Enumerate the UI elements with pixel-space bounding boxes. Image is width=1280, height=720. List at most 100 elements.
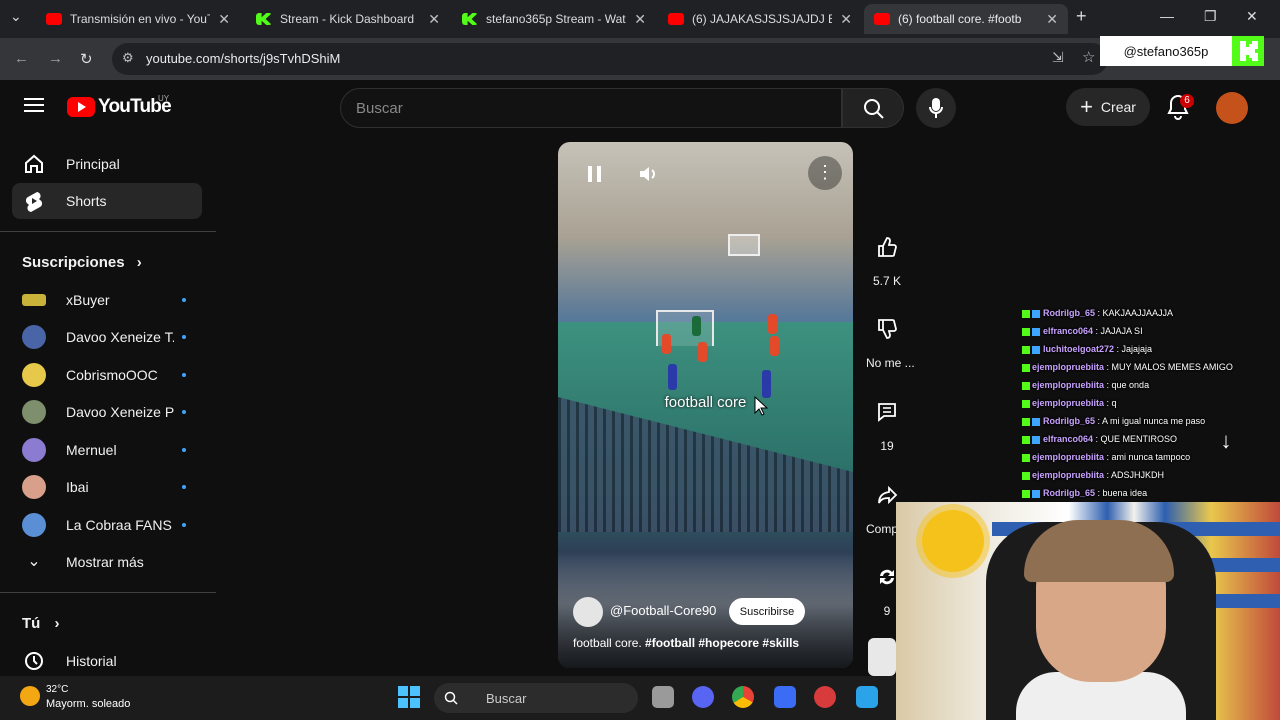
more-options-icon[interactable]: ⋮ xyxy=(808,156,842,190)
subscription-item[interactable]: La Cobraa FANS xyxy=(12,507,202,543)
chat-username: ejemplopruebiita xyxy=(1032,398,1105,408)
microphone-icon xyxy=(929,98,943,118)
youtube-favicon-icon xyxy=(668,13,684,25)
like-count: 5.7 K xyxy=(872,274,902,288)
sidebar-item-label: Historial xyxy=(66,653,117,669)
browser-tab[interactable]: Transmisión en vivo - YouTu ✕ xyxy=(36,4,240,34)
channel-avatar xyxy=(22,438,46,462)
comments-button[interactable]: 19 xyxy=(866,391,908,453)
verified-badge-icon xyxy=(1032,417,1040,426)
back-icon[interactable]: ← xyxy=(14,50,29,67)
channel-name: Mernuel xyxy=(66,442,117,458)
close-tab-icon[interactable]: ✕ xyxy=(218,11,230,28)
subscriptions-heading[interactable]: Suscripciones › xyxy=(22,254,142,271)
youtube-favicon-icon xyxy=(46,13,62,25)
close-tab-icon[interactable]: ✕ xyxy=(634,11,646,28)
home-icon xyxy=(22,153,46,175)
menu-hamburger-icon[interactable] xyxy=(24,96,44,119)
sidebar: Principal Shorts Suscripciones › xBuyer … xyxy=(0,136,216,684)
taskbar-search-placeholder: Buscar xyxy=(486,691,527,706)
subscribe-button[interactable]: Suscribirse xyxy=(729,598,805,625)
close-tab-icon[interactable]: ✕ xyxy=(840,11,852,28)
new-content-dot xyxy=(182,448,186,452)
new-content-dot xyxy=(182,335,186,339)
subscription-item[interactable]: xBuyer xyxy=(12,282,202,318)
you-heading[interactable]: Tú › xyxy=(22,615,60,632)
channel-name: xBuyer xyxy=(66,292,110,308)
weather-temperature[interactable]: 32°C xyxy=(46,684,68,695)
browser-tab[interactable]: Stream - Kick Dashboard ✕ xyxy=(246,4,450,34)
voice-search-button[interactable] xyxy=(916,88,956,128)
url-text: youtube.com/shorts/j9sTvhDShiM xyxy=(146,51,341,66)
search-placeholder: Buscar xyxy=(356,100,403,117)
tab-title: stefano365p Stream - Watch xyxy=(486,12,627,26)
taskbar-search-input[interactable]: Buscar xyxy=(434,683,638,713)
install-app-icon[interactable]: ⇲ xyxy=(1052,49,1064,66)
close-tab-icon[interactable]: ✕ xyxy=(428,11,440,28)
sidebar-item-historial[interactable]: Historial xyxy=(12,643,202,679)
chrome-icon[interactable] xyxy=(732,686,754,708)
subscription-item[interactable]: Ibai xyxy=(12,469,202,505)
subscription-item[interactable]: Davoo Xeneize T... xyxy=(12,319,202,355)
kick-badge-icon xyxy=(1022,327,1030,336)
browser-tab[interactable]: stefano365p Stream - Watch ✕ xyxy=(452,4,656,34)
youtube-logo-icon[interactable] xyxy=(67,97,95,117)
kick-badge-icon xyxy=(1022,345,1030,354)
video-player-figure xyxy=(692,316,701,336)
discord-icon[interactable] xyxy=(692,686,714,708)
subscription-item[interactable]: CobrismoOOC xyxy=(12,357,202,393)
reload-icon[interactable]: ↻ xyxy=(80,50,93,68)
sidebar-divider xyxy=(0,231,216,232)
restore-icon[interactable]: ❐ xyxy=(1204,8,1217,25)
weather-description[interactable]: Mayorm. soleado xyxy=(46,698,130,710)
tab-title: (6) JAJAKASJSJSJAJDJ Baile S xyxy=(692,12,833,26)
search-button[interactable] xyxy=(842,88,904,128)
forward-icon[interactable]: → xyxy=(48,50,63,67)
sidebar-item-shorts[interactable]: Shorts xyxy=(12,183,202,219)
arrow-down-icon[interactable]: ↓ xyxy=(1208,424,1244,460)
subscription-item[interactable]: Davoo Xeneize Pl... xyxy=(12,394,202,430)
browser-tab-strip: Transmisión en vivo - YouTu ✕ Stream - K… xyxy=(0,0,1280,38)
audio-source-thumbnail[interactable] xyxy=(868,638,896,676)
channel-name[interactable]: @Football-Core90 xyxy=(610,603,716,618)
comment-count: 19 xyxy=(880,439,894,453)
tab-search-icon[interactable]: ⌄ xyxy=(10,8,22,25)
like-button[interactable]: 5.7 K xyxy=(866,226,908,288)
task-view-icon[interactable] xyxy=(652,686,674,708)
user-avatar[interactable] xyxy=(1216,92,1248,124)
kick-badge-icon xyxy=(1022,471,1030,480)
obs-icon[interactable] xyxy=(814,686,836,708)
bookmark-star-icon[interactable]: ☆ xyxy=(1082,48,1095,66)
browser-tab[interactable]: (6) JAJAKASJSJSJAJDJ Baile S ✕ xyxy=(658,4,862,34)
address-bar[interactable]: ⚙ youtube.com/shorts/j9sTvhDShiM ⇲ ☆ xyxy=(112,43,1108,75)
channel-avatar xyxy=(22,475,46,499)
volume-button[interactable] xyxy=(632,160,666,188)
video-player-figure xyxy=(662,334,671,354)
new-tab-icon[interactable]: + xyxy=(1076,6,1087,27)
create-button[interactable]: + Crear xyxy=(1066,88,1150,126)
caption-hashtags[interactable]: #football #hopecore #skills xyxy=(645,636,799,650)
channel-avatar[interactable] xyxy=(573,597,603,627)
notepad-icon[interactable] xyxy=(856,686,878,708)
pause-button[interactable] xyxy=(578,160,612,188)
minimize-icon[interactable]: — xyxy=(1160,8,1174,24)
chat-message: luchitoelgoat272 : Jajajaja xyxy=(1022,340,1280,358)
channel-name: CobrismoOOC xyxy=(66,367,158,383)
shorts-video-player[interactable]: football core ⋮ @Football-Core90 Suscrib… xyxy=(558,142,853,668)
comment-icon xyxy=(866,391,908,433)
country-code: UY xyxy=(158,94,170,103)
search-input[interactable]: Buscar xyxy=(340,88,842,128)
video-player-figure xyxy=(770,336,779,356)
dislike-button[interactable]: No me ... xyxy=(866,308,915,370)
browser-tab-active[interactable]: (6) football core. #footb ✕ xyxy=(864,4,1068,34)
app-icon[interactable] xyxy=(774,686,796,708)
close-window-icon[interactable]: ✕ xyxy=(1246,8,1258,25)
site-info-icon[interactable]: ⚙ xyxy=(122,50,134,66)
windows-start-icon[interactable] xyxy=(398,686,420,708)
close-tab-icon[interactable]: ✕ xyxy=(1046,11,1058,28)
subscription-item[interactable]: Mernuel xyxy=(12,432,202,468)
sidebar-item-principal[interactable]: Principal xyxy=(12,146,202,182)
chat-text: : que onda xyxy=(1106,380,1150,390)
show-more-button[interactable]: ⌄ Mostrar más xyxy=(12,544,202,580)
weather-sun-icon[interactable] xyxy=(20,686,40,706)
